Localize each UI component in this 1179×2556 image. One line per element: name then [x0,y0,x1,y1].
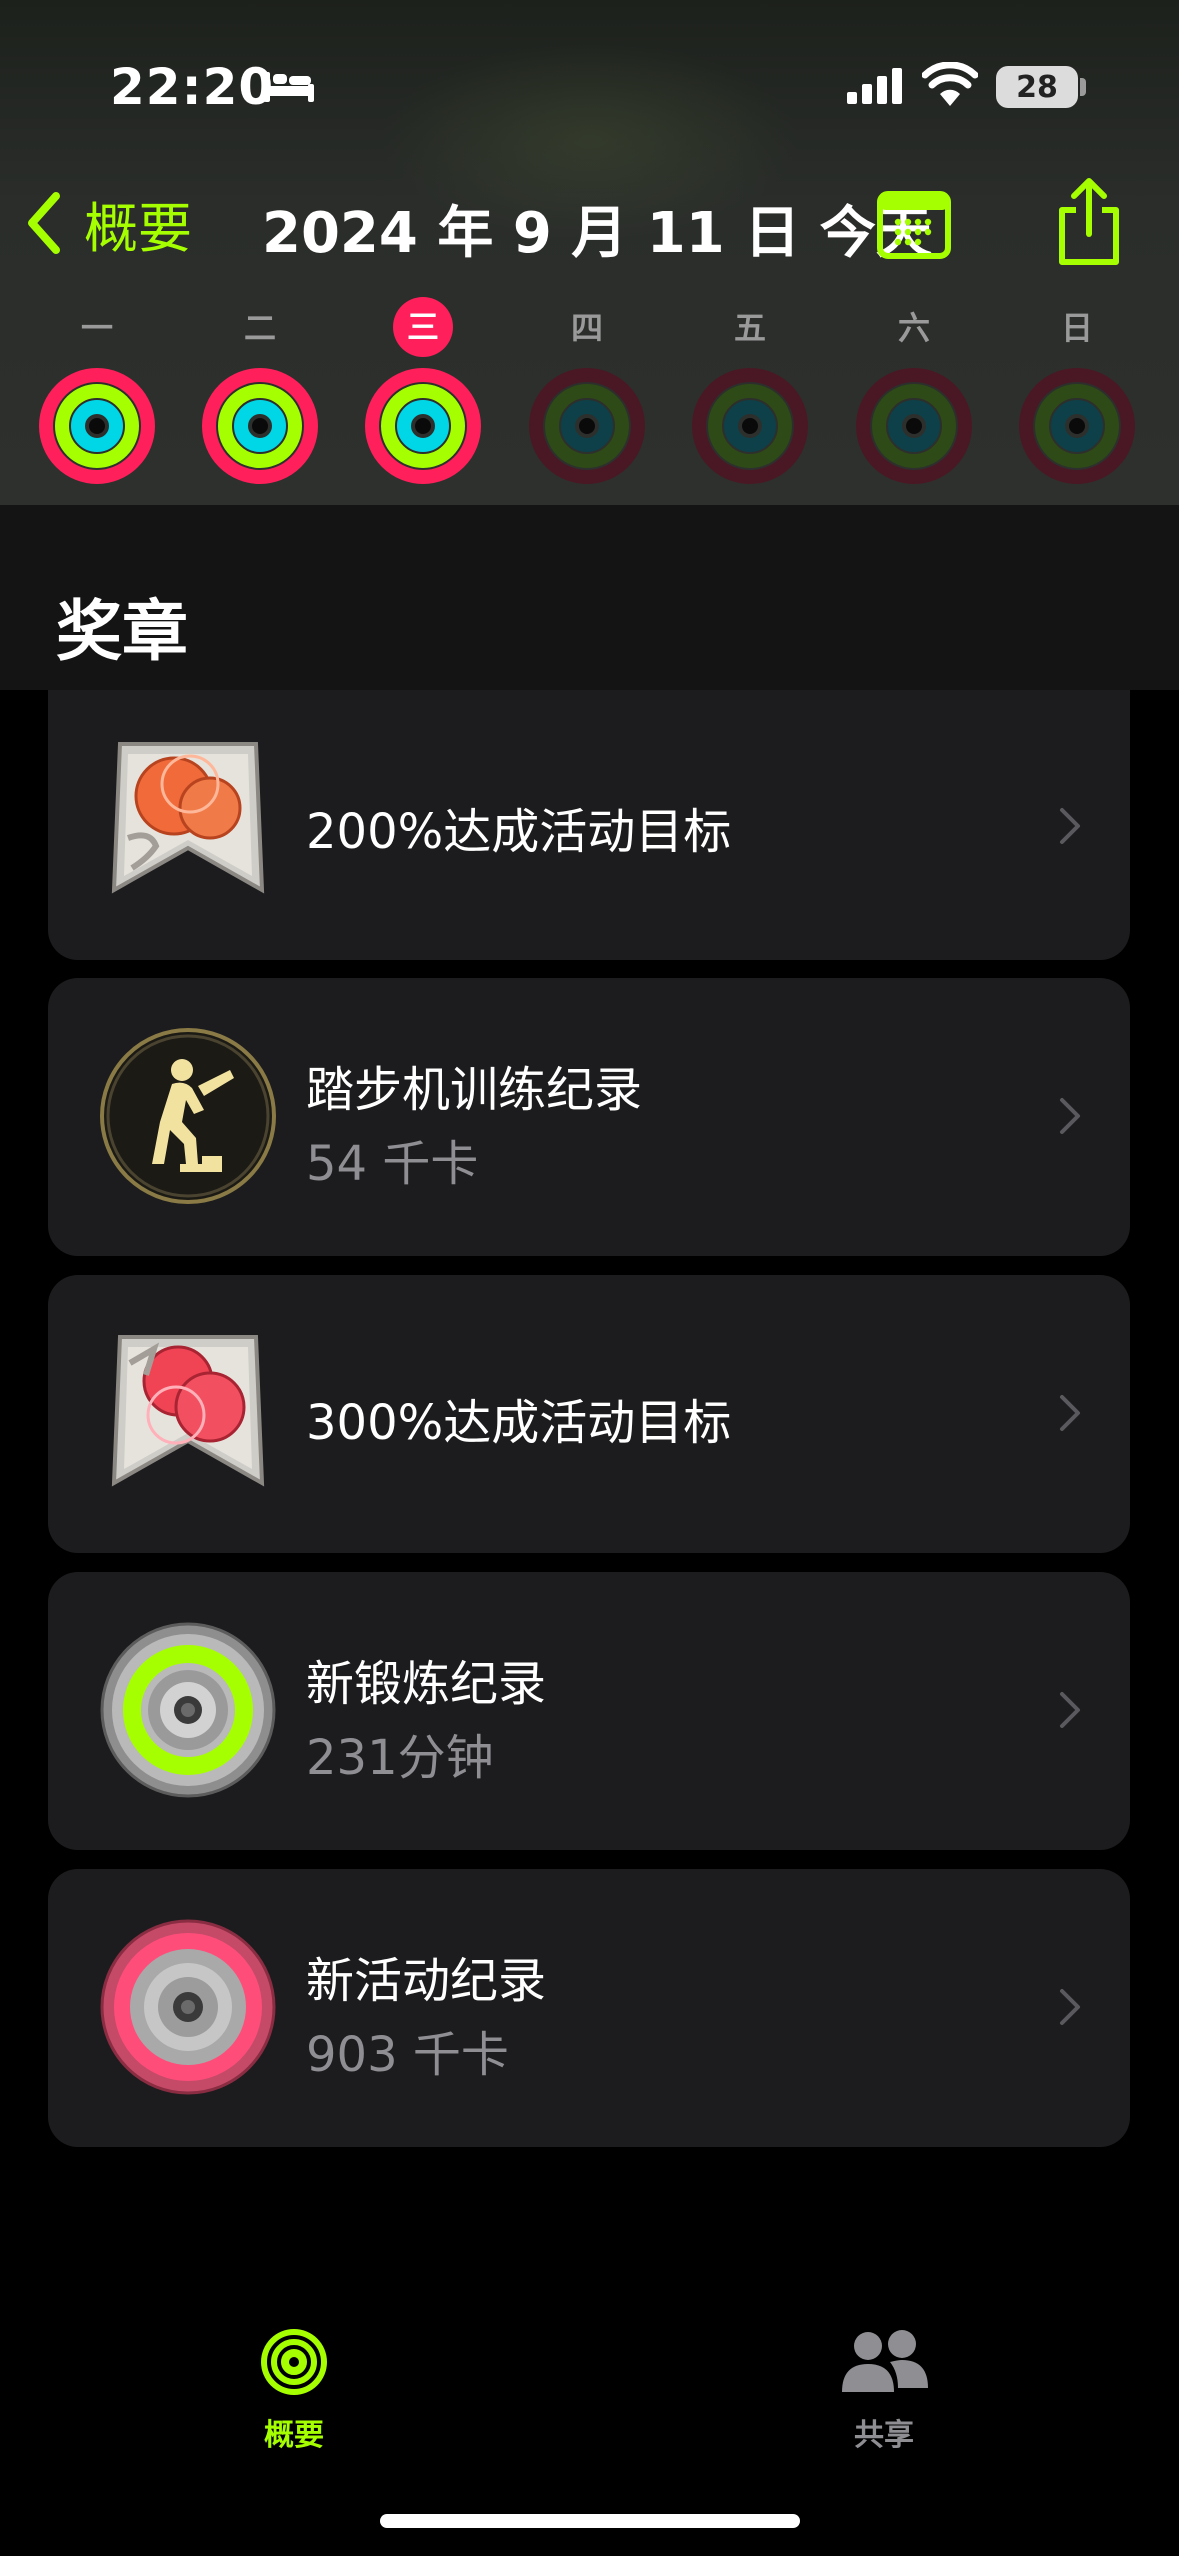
home-indicator [380,2514,800,2528]
page-title: 2024 年 9 月 11 日 今天 [262,201,932,266]
award-card[interactable]: 新活动纪录 903 千卡 [48,1869,1130,2147]
badge-300-percent-icon [111,1335,265,1487]
award-text: 新锻炼纪录 231分钟 [306,1644,546,1788]
status-time: 22:20 [110,58,275,116]
tab-sharing[interactable]: 共享 [784,2326,984,2466]
award-value: 54 千卡 [306,1136,479,1192]
award-title: 新活动纪录 [306,1953,547,2009]
day-wednesday[interactable]: 三 [358,297,488,500]
back-button-label: 概要 [84,196,192,260]
day-friday[interactable]: 五 [685,300,815,500]
cellular-signal-icon [847,68,902,104]
award-text: 300%达成活动目标 [306,1383,731,1453]
section-title: 奖章 [56,593,188,670]
day-tuesday[interactable]: 二 [195,300,325,500]
award-card[interactable]: 踏步机训练纪录 54 千卡 [48,978,1130,1256]
award-title: 300%达成活动目标 [306,1395,732,1451]
day-label-current: 三 [393,297,453,357]
chevron-left-icon [28,192,60,254]
tab-summary[interactable]: 概要 [194,2326,394,2466]
activity-rings-icon [365,368,481,484]
week-selector: 一 二 三 四 五 六 日 [0,297,1179,500]
status-bar: 22:20 28 [0,0,1179,170]
wifi-icon [922,62,978,106]
chevron-right-icon [1060,1098,1080,1134]
activity-rings-icon [202,368,318,484]
day-thursday[interactable]: 四 [522,300,652,500]
day-label: 二 [243,309,276,347]
exercise-record-medal-icon [100,1622,276,1798]
award-text: 踏步机训练纪录 54 千卡 [306,1050,642,1194]
calendar-icon[interactable] [876,190,952,260]
share-icon[interactable] [1052,176,1126,268]
award-title: 新锻炼纪录 [306,1656,547,1712]
day-label: 四 [570,309,603,347]
activity-rings-icon [39,368,155,484]
tab-label: 共享 [854,2418,914,2453]
badge-200-percent-icon [111,742,265,894]
award-value: 231分钟 [306,1730,494,1786]
activity-rings-icon [261,2329,327,2395]
sleep-focus-icon [264,72,314,102]
award-card[interactable]: 新锻炼纪录 231分钟 [48,1572,1130,1850]
move-record-medal-icon [100,1919,276,2095]
day-label: 五 [733,309,766,347]
activity-rings-icon [529,368,645,484]
chevron-right-icon [1060,1692,1080,1728]
day-label: 六 [897,309,930,347]
day-sunday[interactable]: 日 [1012,300,1142,500]
award-value: 903 千卡 [306,2027,509,2083]
chevron-right-icon [1060,808,1080,844]
award-title: 200%达成活动目标 [306,804,732,860]
award-card[interactable]: 300%达成活动目标 [48,1275,1130,1553]
award-card[interactable]: 200%达成活动目标 [48,690,1130,960]
tab-label: 概要 [264,2418,324,2453]
award-text: 200%达成活动目标 [306,792,731,862]
day-label: 日 [1060,309,1093,347]
chevron-right-icon [1060,1989,1080,2025]
day-label: 一 [80,309,113,347]
day-saturday[interactable]: 六 [849,300,979,500]
activity-rings-icon [856,368,972,484]
chevron-right-icon [1060,1395,1080,1431]
back-button[interactable]: 概要 [22,186,192,260]
battery-indicator: 28 [996,66,1078,108]
stair-stepper-medal-icon [100,1028,276,1204]
award-title: 踏步机训练纪录 [306,1062,643,1118]
activity-page: 22:20 28 概要 2024 年 9 月 11 日 今天 一 二 三 四 五… [0,0,1179,2556]
activity-rings-icon [1019,368,1135,484]
award-text: 新活动纪录 903 千卡 [306,1941,546,2085]
activity-rings-icon [692,368,808,484]
day-monday[interactable]: 一 [32,300,162,500]
battery-tip [1080,78,1086,96]
people-icon [842,2330,928,2392]
